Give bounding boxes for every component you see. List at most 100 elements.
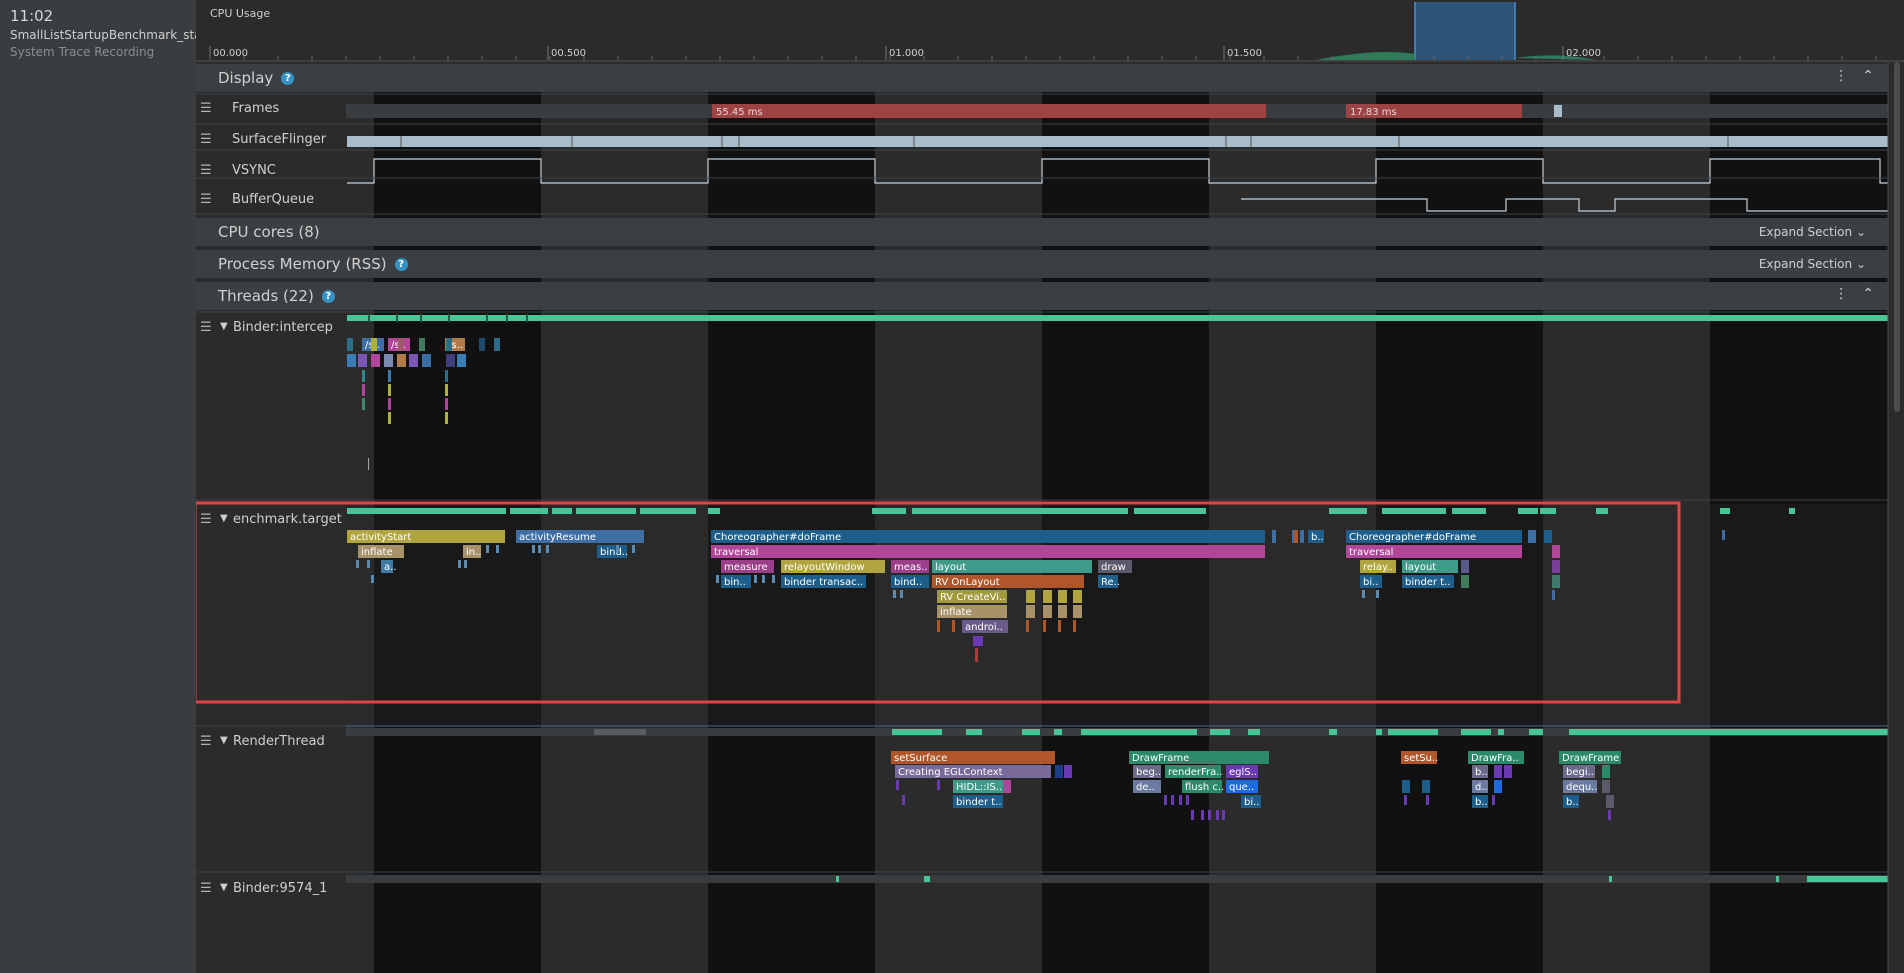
trace-slice[interactable] (409, 354, 418, 367)
trace-slice[interactable] (1073, 605, 1082, 618)
trace-slice[interactable] (716, 575, 719, 583)
trace-slice[interactable] (973, 636, 983, 646)
trace-slice[interactable] (1058, 605, 1067, 618)
thread-state-bar[interactable] (510, 508, 548, 514)
trace-slice[interactable] (632, 545, 635, 553)
trace-slice[interactable] (1426, 795, 1429, 805)
trace-slice[interactable] (356, 560, 359, 568)
trace-slice[interactable] (1544, 530, 1552, 543)
help-icon[interactable]: ? (394, 258, 408, 271)
trace-slice[interactable] (358, 354, 367, 367)
trace-slice[interactable] (900, 590, 903, 598)
trace-slice[interactable] (362, 384, 365, 396)
trace-slice[interactable] (1404, 795, 1407, 805)
trace-slice[interactable] (419, 338, 425, 351)
trace-slice[interactable] (762, 575, 765, 583)
trace-slice[interactable] (1058, 590, 1067, 603)
trace-slice[interactable] (398, 338, 404, 351)
more-options-icon[interactable]: ⋮ (1834, 68, 1848, 84)
trace-slice[interactable] (445, 384, 448, 396)
trace-slice[interactable] (1362, 590, 1365, 598)
trace-slice[interactable] (538, 545, 541, 553)
thread-state-bar[interactable] (1022, 729, 1040, 735)
thread-state-bar[interactable] (1452, 508, 1486, 514)
trace-slice[interactable] (1294, 530, 1298, 543)
more-options-icon[interactable]: ⋮ (1834, 286, 1848, 302)
thread-state-bar[interactable] (1720, 508, 1730, 514)
trace-slice[interactable] (457, 354, 466, 367)
trace-slice[interactable] (494, 338, 500, 351)
thread-state-bar[interactable] (576, 508, 636, 514)
trace-slice[interactable] (937, 620, 940, 632)
scrollbar-thumb[interactable] (1894, 62, 1900, 412)
trace-slice[interactable] (464, 560, 467, 568)
trace-slice[interactable] (1201, 810, 1204, 820)
thread-state-bar[interactable] (347, 315, 1888, 321)
trace-slice[interactable] (347, 338, 353, 351)
trace-slice[interactable] (445, 398, 448, 410)
expand-chevron-icon[interactable]: ⌄ (1856, 257, 1866, 271)
trace-slice[interactable] (1376, 590, 1379, 598)
trace-slice[interactable] (1602, 765, 1610, 778)
trace-slice[interactable] (388, 384, 391, 396)
tree-arrow-icon[interactable]: ▼ (220, 735, 228, 746)
thread-state-bar[interactable] (1807, 876, 1888, 882)
recording-name[interactable]: SmallListStartupBenchmark_start... (10, 28, 223, 42)
trace-slice[interactable] (1043, 605, 1052, 618)
thread-state-bar[interactable] (640, 508, 696, 514)
cpu-cores-expand-button[interactable]: Expand Section (1759, 225, 1852, 239)
trace-slice[interactable] (896, 780, 899, 790)
thread-state-bar[interactable] (1376, 729, 1382, 735)
trace-slice[interactable] (975, 648, 978, 662)
trace-slice[interactable] (1300, 530, 1304, 543)
trace-slice[interactable] (496, 545, 499, 553)
trace-slice[interactable] (388, 398, 391, 410)
frame-bar[interactable] (1554, 105, 1562, 117)
trace-slice[interactable] (711, 545, 1265, 558)
thread-state-bar[interactable] (1329, 508, 1367, 514)
timeline-canvas[interactable]: 00.000 00.500 01.000 01.500 02.000 55.45 ms 17… (196, 0, 1904, 973)
tree-arrow-icon[interactable]: ▼ (220, 513, 228, 524)
trace-slice[interactable] (371, 354, 380, 367)
trace-slice[interactable] (532, 545, 535, 553)
drag-handle-icon[interactable]: ☰ (200, 320, 212, 335)
trace-slice[interactable] (445, 412, 448, 424)
thread-state-bar[interactable] (708, 508, 720, 514)
trace-slice[interactable] (1164, 795, 1167, 805)
trace-slice[interactable] (486, 545, 489, 553)
thread-state-bar[interactable] (892, 729, 942, 735)
thread-state-bar[interactable] (1134, 508, 1206, 514)
trace-slice[interactable] (1608, 810, 1611, 820)
trace-slice[interactable] (446, 354, 455, 367)
selection-range[interactable] (1415, 2, 1515, 60)
thread-state-bar[interactable] (924, 876, 930, 882)
thread-state-bar[interactable] (1789, 508, 1795, 514)
thread-state-bar[interactable] (1210, 729, 1230, 735)
trace-slice[interactable] (1504, 765, 1512, 778)
help-icon[interactable]: ? (321, 290, 335, 303)
surfaceflinger-track[interactable] (347, 136, 1888, 147)
recording-time[interactable]: 11:02 (10, 7, 53, 25)
trace-slice[interactable] (1208, 810, 1211, 820)
thread-state-bar[interactable] (1388, 729, 1438, 735)
thread-state-bar[interactable] (1461, 729, 1491, 735)
trace-slice[interactable] (422, 354, 431, 367)
thread-state-bar[interactable] (1518, 508, 1538, 514)
trace-slice[interactable] (1402, 780, 1410, 793)
trace-slice[interactable] (1552, 560, 1560, 573)
trace-slice[interactable] (1492, 795, 1495, 805)
trace-slice[interactable] (445, 370, 448, 382)
thread-state-bar[interactable] (1498, 729, 1504, 735)
thread-state-bar[interactable] (552, 508, 572, 514)
thread-state-bar[interactable] (966, 729, 982, 735)
thread-state-bar[interactable] (1054, 729, 1062, 735)
trace-slice[interactable] (1722, 530, 1725, 540)
trace-slice[interactable] (1026, 620, 1029, 632)
trace-slice[interactable] (1043, 590, 1052, 603)
trace-slice[interactable] (384, 354, 393, 367)
thread-state-bar[interactable] (1081, 729, 1197, 735)
cpu-cores-section-header[interactable]: CPU cores (8) Expand Section ⌄ (196, 218, 1888, 246)
trace-slice[interactable] (1461, 575, 1469, 588)
drag-handle-icon[interactable]: ☰ (200, 734, 212, 749)
trace-slice[interactable] (1602, 780, 1610, 793)
